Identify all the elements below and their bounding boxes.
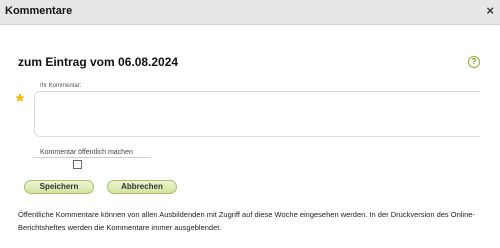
dialog-title: Kommentare [5,5,73,17]
public-divider [33,157,151,158]
dialog-titlebar: Kommentare × [0,0,500,25]
cancel-button[interactable]: Abbrechen [107,180,177,194]
public-comment-label: Kommentar öffentlich machen [40,149,133,156]
help-icon[interactable]: ? [468,56,480,68]
comment-label: Ihr Kommentar: [40,83,82,89]
required-star-icon: * [16,91,24,113]
info-text: Öffentliche Kommentare können von allen … [18,210,475,232]
comment-textarea[interactable] [34,91,480,137]
public-comment-checkbox[interactable] [73,160,82,169]
close-icon[interactable]: × [486,3,494,19]
save-button[interactable]: Speichern [24,180,94,194]
entry-heading: zum Eintrag vom 06.08.2024 [18,55,179,69]
